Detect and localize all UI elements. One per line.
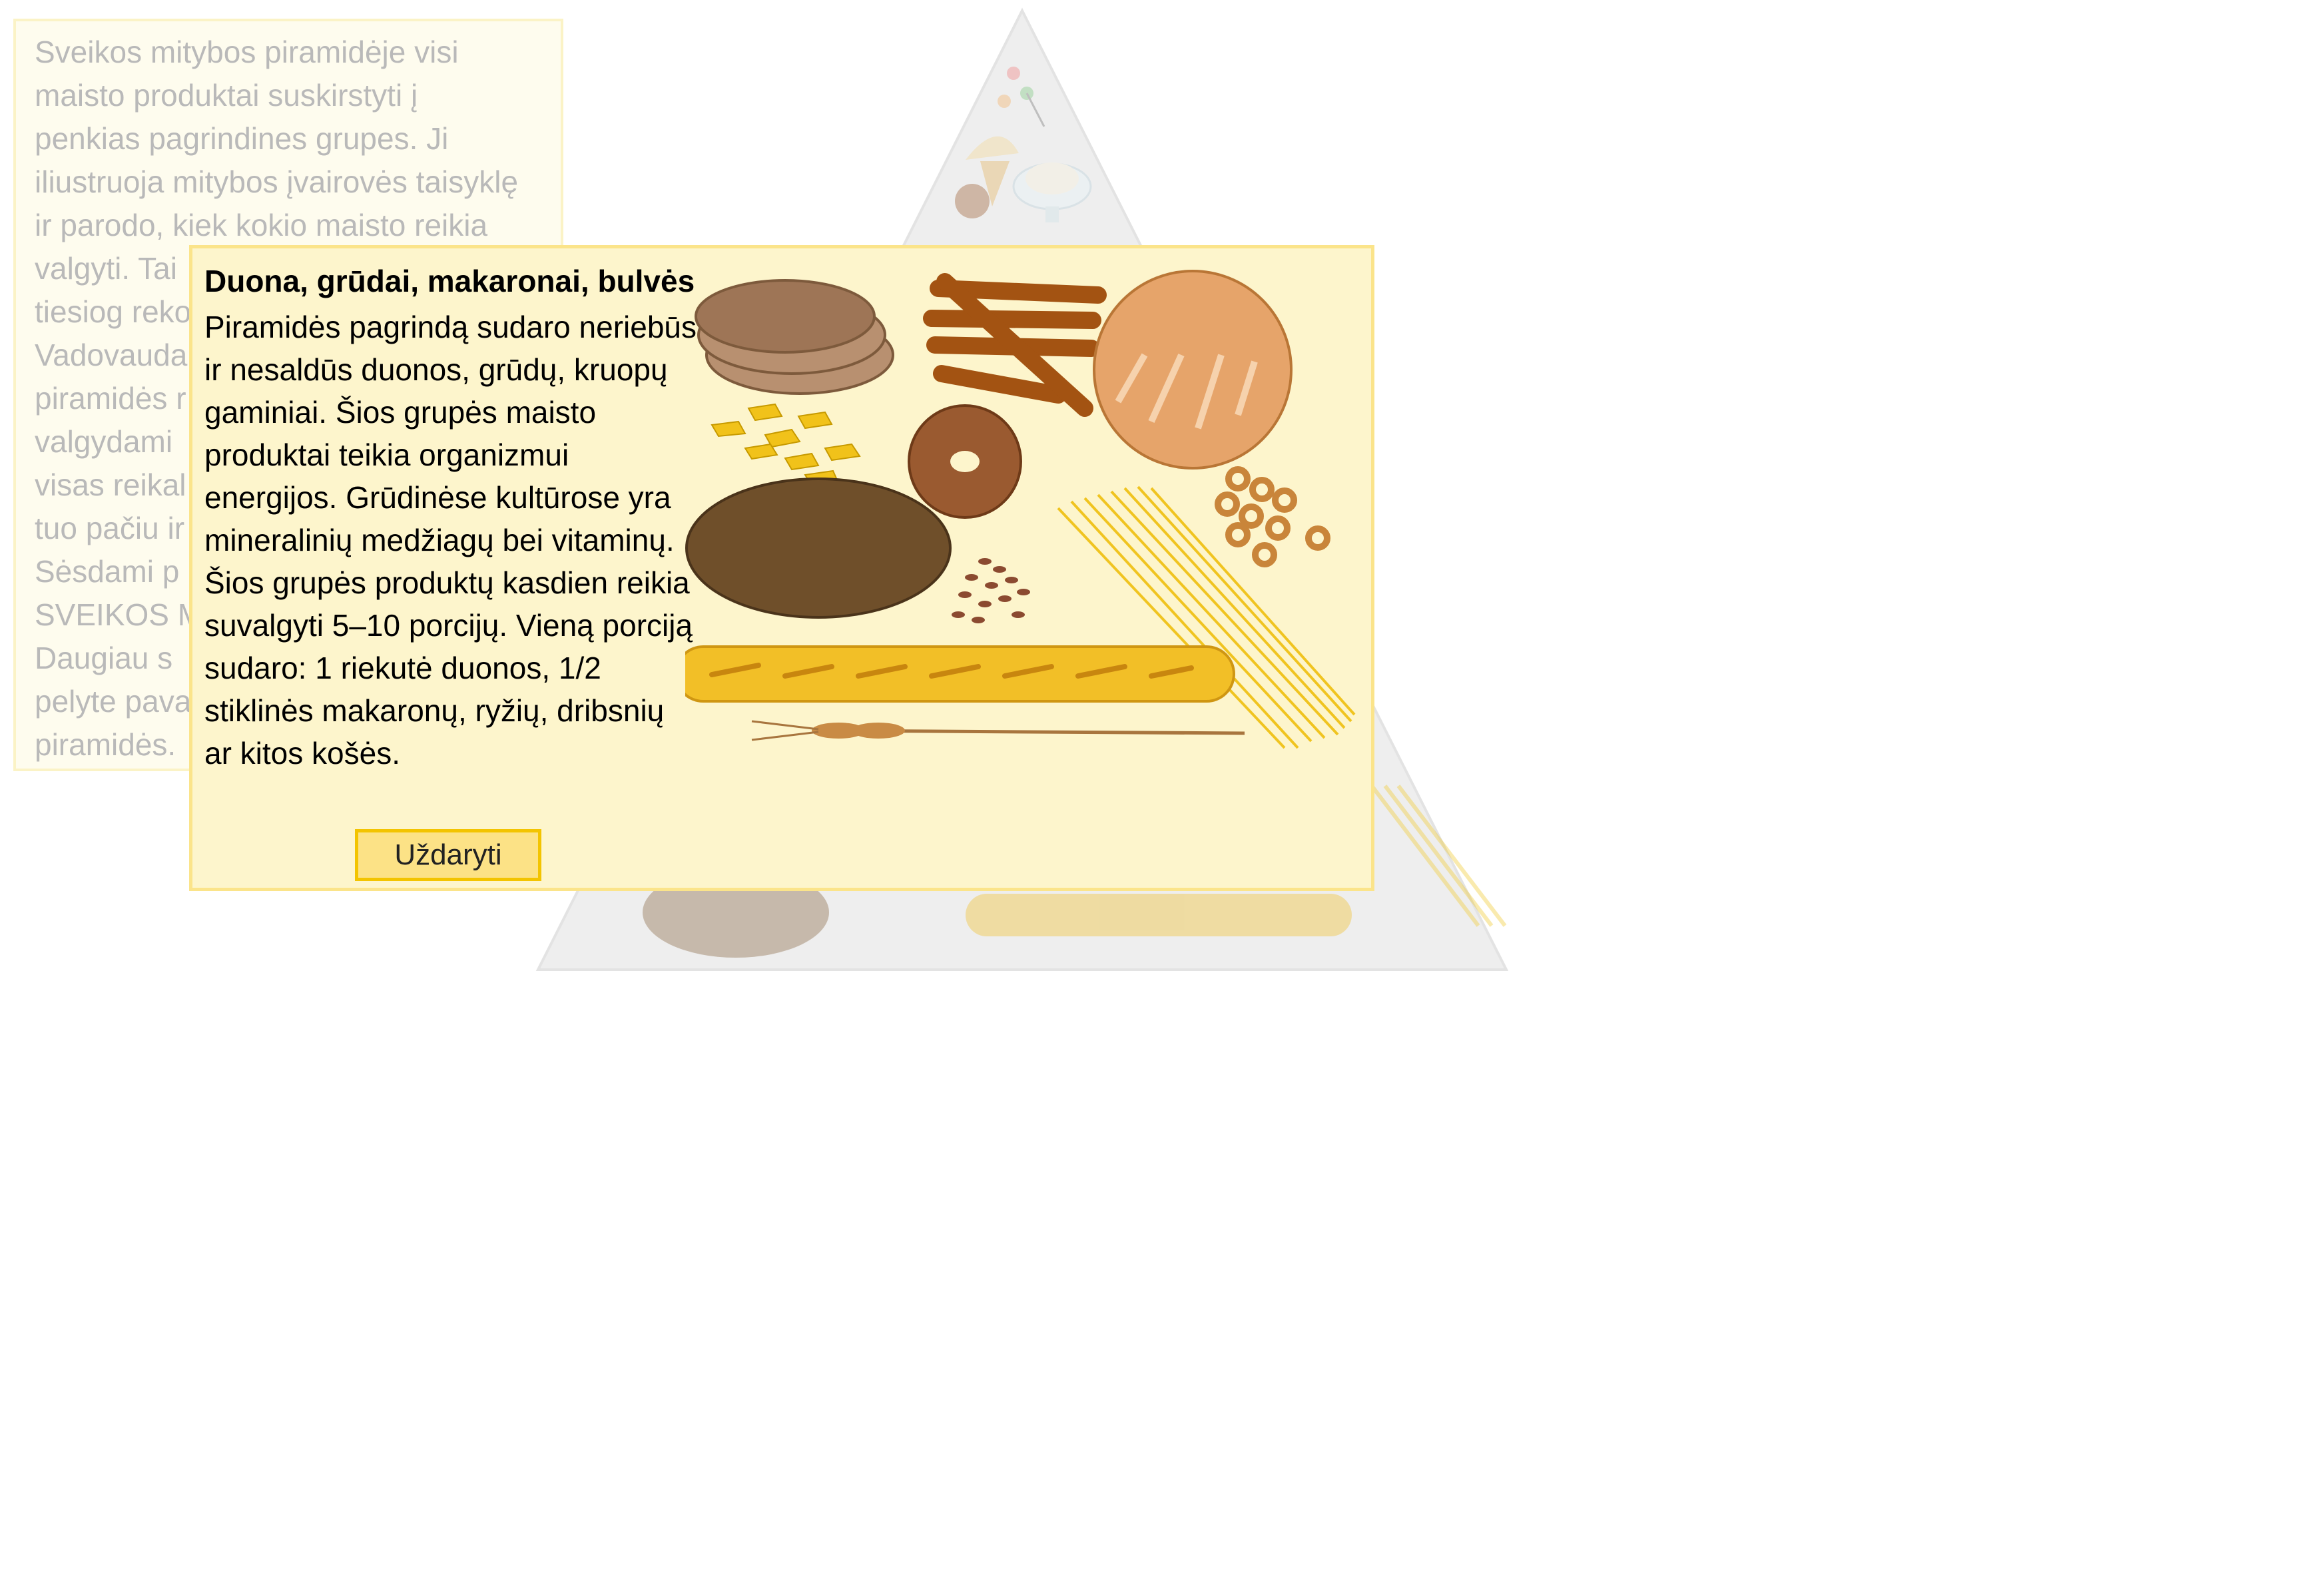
- round-loaf-icon: [1093, 270, 1293, 470]
- popup-title: Duona, grūdai, makaronai, bulvės: [204, 264, 695, 298]
- breadsticks-icon: [923, 273, 1107, 417]
- baguette-icon: [685, 645, 1235, 703]
- popup-body: Piramidės pagrindą sudaro neriebūs ir ne…: [204, 310, 697, 771]
- wheat-ear-icon: [751, 720, 1245, 741]
- rye-loaf-icon: [685, 478, 952, 619]
- bread-slices-icon: [695, 279, 894, 395]
- info-popup: Duona, grūdai, makaronai, bulvės Piramid…: [189, 245, 1374, 891]
- cereal-rings-icon: [1215, 466, 1330, 567]
- close-button[interactable]: Uždaryti: [355, 829, 541, 881]
- grains-icon: [952, 558, 1030, 623]
- food-illustration: [685, 270, 1356, 749]
- bagel-icon: [908, 404, 1022, 519]
- spaghetti-icon: [1057, 485, 1356, 749]
- pasta-penne-icon: [711, 403, 861, 487]
